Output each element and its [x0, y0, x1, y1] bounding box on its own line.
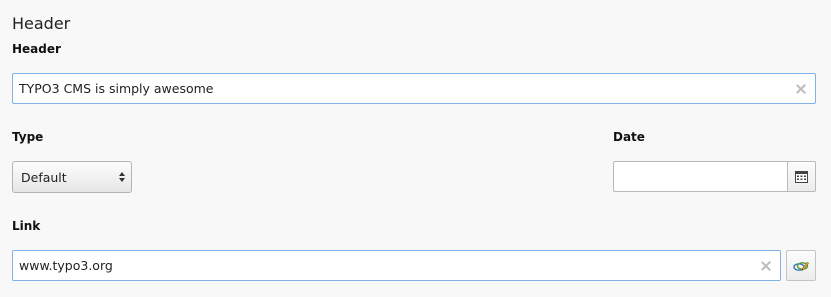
type-select-value[interactable]: Default: [13, 170, 113, 185]
header-input-value[interactable]: TYPO3 CMS is simply awesome: [13, 81, 796, 96]
date-input[interactable]: [613, 161, 788, 192]
link-label: Link: [12, 219, 41, 233]
header-input[interactable]: TYPO3 CMS is simply awesome: [12, 73, 816, 104]
date-label: Date: [613, 130, 645, 144]
close-icon[interactable]: [761, 261, 771, 271]
link-input-value[interactable]: www.typo3.org: [13, 258, 761, 273]
type-select[interactable]: Default: [12, 161, 132, 193]
close-icon[interactable]: [796, 84, 806, 94]
link-wizard-icon: [793, 261, 809, 271]
section-title: Header: [12, 14, 71, 33]
header-palette: Header Header TYPO3 CMS is simply awesom…: [0, 0, 831, 297]
header-label: Header: [12, 42, 61, 56]
calendar-icon: [795, 171, 808, 183]
link-input[interactable]: www.typo3.org: [12, 250, 781, 281]
link-wizard-button[interactable]: [786, 250, 816, 281]
type-label: Type: [12, 130, 44, 144]
chevron-updown-icon: [113, 162, 131, 192]
calendar-button[interactable]: [787, 161, 816, 192]
